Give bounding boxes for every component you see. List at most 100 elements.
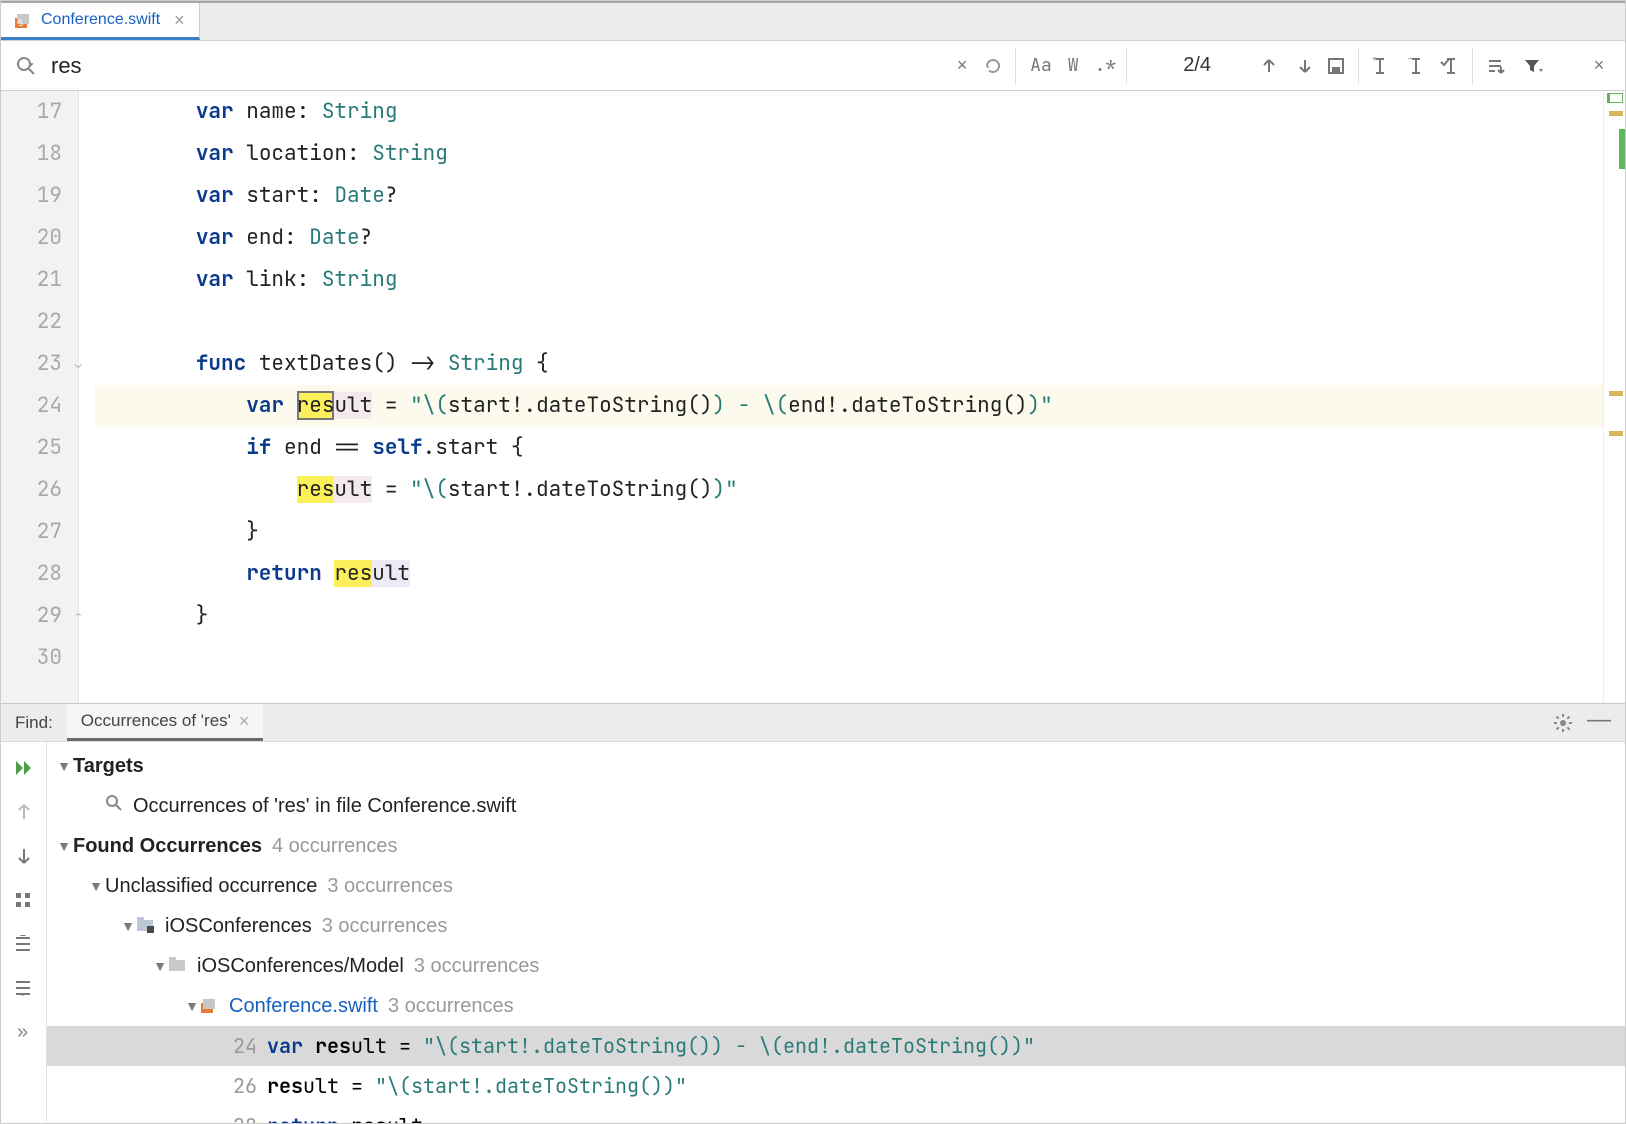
find-settings-icon[interactable] bbox=[1553, 713, 1573, 733]
find-toolbar: » bbox=[1, 742, 47, 1123]
search-bar: × Aa W .* 2/4 + − × bbox=[1, 41, 1625, 91]
remove-selection-icon[interactable]: − bbox=[1401, 48, 1437, 84]
found-node[interactable]: ▼Found Occurrences4 occurrences bbox=[47, 826, 1625, 866]
words-toggle[interactable]: W bbox=[1060, 48, 1087, 84]
module-icon bbox=[137, 917, 157, 935]
folder-node[interactable]: ▼iOSConferences/Model3 occurrences bbox=[47, 946, 1625, 986]
line-number: 30 bbox=[1, 637, 74, 679]
code-line[interactable]: var end: Date? bbox=[95, 217, 1603, 259]
disclosure-triangle-icon[interactable]: ▼ bbox=[55, 746, 73, 786]
code-editor[interactable]: 17181920212223⌄242526272829⌃30 var name:… bbox=[1, 91, 1625, 703]
tree-label: Unclassified occurrence bbox=[105, 866, 317, 906]
minimize-find-icon[interactable]: — bbox=[1587, 713, 1611, 733]
export-results-icon[interactable] bbox=[1479, 48, 1515, 84]
code-line[interactable]: func textDates() -> String { bbox=[95, 343, 1603, 385]
swift-file-icon: S bbox=[15, 12, 33, 28]
disclosure-triangle-icon[interactable]: ▼ bbox=[87, 866, 105, 906]
editor-tab[interactable]: S Conference.swift × bbox=[1, 3, 200, 40]
close-tab-icon[interactable]: × bbox=[168, 10, 185, 31]
filter-icon[interactable] bbox=[1515, 48, 1551, 84]
tree-label: iOSConferences/Model bbox=[197, 946, 404, 986]
more-icon[interactable]: » bbox=[10, 1018, 38, 1046]
code-line[interactable] bbox=[95, 301, 1603, 343]
occurrence-count: 3 occurrences bbox=[312, 906, 448, 946]
match-marker[interactable] bbox=[1609, 391, 1623, 396]
result-row[interactable]: 26result = "\(start!.dateToString())" bbox=[47, 1066, 1625, 1106]
line-number: 29⌃ bbox=[1, 595, 74, 637]
add-selection-icon[interactable]: + bbox=[1365, 48, 1401, 84]
code-line[interactable]: if end == self.start { bbox=[95, 427, 1603, 469]
result-row[interactable]: 28return result bbox=[47, 1106, 1625, 1123]
expand-all-icon[interactable] bbox=[10, 930, 38, 958]
tree-label: iOSConferences bbox=[165, 906, 312, 946]
next-occurrence-icon[interactable] bbox=[10, 842, 38, 870]
result-line: 24var result = "\(start!.dateToString())… bbox=[233, 1026, 1035, 1066]
marker-stripe bbox=[1603, 91, 1625, 703]
project-node[interactable]: ▼ iOSConferences3 occurrences bbox=[47, 906, 1625, 946]
match-count: 2/4 bbox=[1133, 54, 1251, 77]
line-number: 25 bbox=[1, 427, 74, 469]
unclassified-node[interactable]: ▼Unclassified occurrence3 occurrences bbox=[47, 866, 1625, 906]
fold-open-icon[interactable]: ⌄ bbox=[75, 343, 82, 385]
tab-filename: Conference.swift bbox=[41, 11, 160, 29]
group-by-icon[interactable] bbox=[10, 886, 38, 914]
disclosure-triangle-icon[interactable]: ▼ bbox=[183, 986, 201, 1026]
inspection-marker-icon[interactable] bbox=[1607, 93, 1623, 103]
disclosure-triangle-icon[interactable]: ▼ bbox=[119, 906, 137, 946]
prev-occurrence-icon[interactable] bbox=[10, 798, 38, 826]
file-node[interactable]: ▼ Conference.swift3 occurrences bbox=[47, 986, 1625, 1026]
code-line[interactable] bbox=[95, 637, 1603, 679]
tree-label: Occurrences of 'res' in file Conference.… bbox=[133, 795, 516, 817]
search-options-dropdown[interactable] bbox=[9, 55, 47, 77]
line-number: 20 bbox=[1, 217, 74, 259]
code-line[interactable]: result = "\(start!.dateToString())" bbox=[95, 469, 1603, 511]
collapse-all-icon[interactable] bbox=[10, 974, 38, 1002]
code-line[interactable]: } bbox=[95, 595, 1603, 637]
code-line[interactable]: var location: String bbox=[95, 133, 1603, 175]
close-search-icon[interactable]: × bbox=[1581, 48, 1617, 84]
result-row[interactable]: 24var result = "\(start!.dateToString())… bbox=[47, 1026, 1625, 1066]
close-find-tab-icon[interactable]: × bbox=[239, 711, 250, 732]
clear-search-icon[interactable]: × bbox=[944, 48, 980, 84]
line-gutter: 17181920212223⌄242526272829⌃30 bbox=[1, 91, 79, 703]
match-marker[interactable] bbox=[1609, 431, 1623, 436]
disclosure-triangle-icon[interactable]: ▼ bbox=[151, 946, 169, 986]
tree-label: Found Occurrences bbox=[73, 826, 262, 866]
change-marker bbox=[1619, 129, 1625, 169]
line-number: 26 bbox=[1, 469, 74, 511]
next-match-icon[interactable] bbox=[1287, 48, 1323, 84]
fold-close-icon[interactable]: ⌃ bbox=[75, 595, 82, 637]
tree-label: Targets bbox=[73, 746, 144, 786]
code-line[interactable]: var link: String bbox=[95, 259, 1603, 301]
code-line[interactable]: return result bbox=[95, 553, 1603, 595]
search-history-icon[interactable] bbox=[980, 48, 1016, 84]
disclosure-triangle-icon[interactable]: ▼ bbox=[55, 826, 73, 866]
code-line[interactable]: var name: String bbox=[95, 91, 1603, 133]
match-case-toggle[interactable]: Aa bbox=[1022, 48, 1060, 84]
regex-toggle[interactable]: .* bbox=[1087, 48, 1128, 84]
select-all-icon[interactable] bbox=[1437, 48, 1473, 84]
rerun-icon[interactable] bbox=[10, 754, 38, 782]
targets-node[interactable]: ▼Targets bbox=[47, 746, 1625, 786]
targets-desc[interactable]: Occurrences of 'res' in file Conference.… bbox=[47, 786, 1625, 826]
find-tab-title: Occurrences of 'res' bbox=[81, 711, 231, 731]
search-input[interactable] bbox=[47, 53, 944, 79]
folder-icon bbox=[169, 957, 189, 975]
select-all-occurrences-icon[interactable] bbox=[1323, 48, 1359, 84]
code-line[interactable]: var start: Date? bbox=[95, 175, 1603, 217]
warning-marker[interactable] bbox=[1609, 111, 1623, 116]
code-line[interactable]: } bbox=[95, 511, 1603, 553]
line-number: 21 bbox=[1, 259, 74, 301]
line-number: 24 bbox=[1, 385, 74, 427]
line-number: 28 bbox=[1, 553, 74, 595]
code-line[interactable]: var result = "\(start!.dateToString()) -… bbox=[95, 385, 1603, 427]
occurrence-count: 4 occurrences bbox=[262, 826, 398, 866]
prev-match-icon[interactable] bbox=[1251, 48, 1287, 84]
find-results-tree[interactable]: ▼TargetsOccurrences of 'res' in file Con… bbox=[47, 742, 1625, 1123]
result-line: 28return result bbox=[233, 1106, 423, 1123]
occurrence-count: 3 occurrences bbox=[378, 986, 514, 1026]
find-tab[interactable]: Occurrences of 'res' × bbox=[67, 704, 264, 741]
tree-label: Conference.swift bbox=[229, 986, 378, 1026]
line-number: 22 bbox=[1, 301, 74, 343]
code-area[interactable]: var name: String var location: String va… bbox=[79, 91, 1603, 703]
